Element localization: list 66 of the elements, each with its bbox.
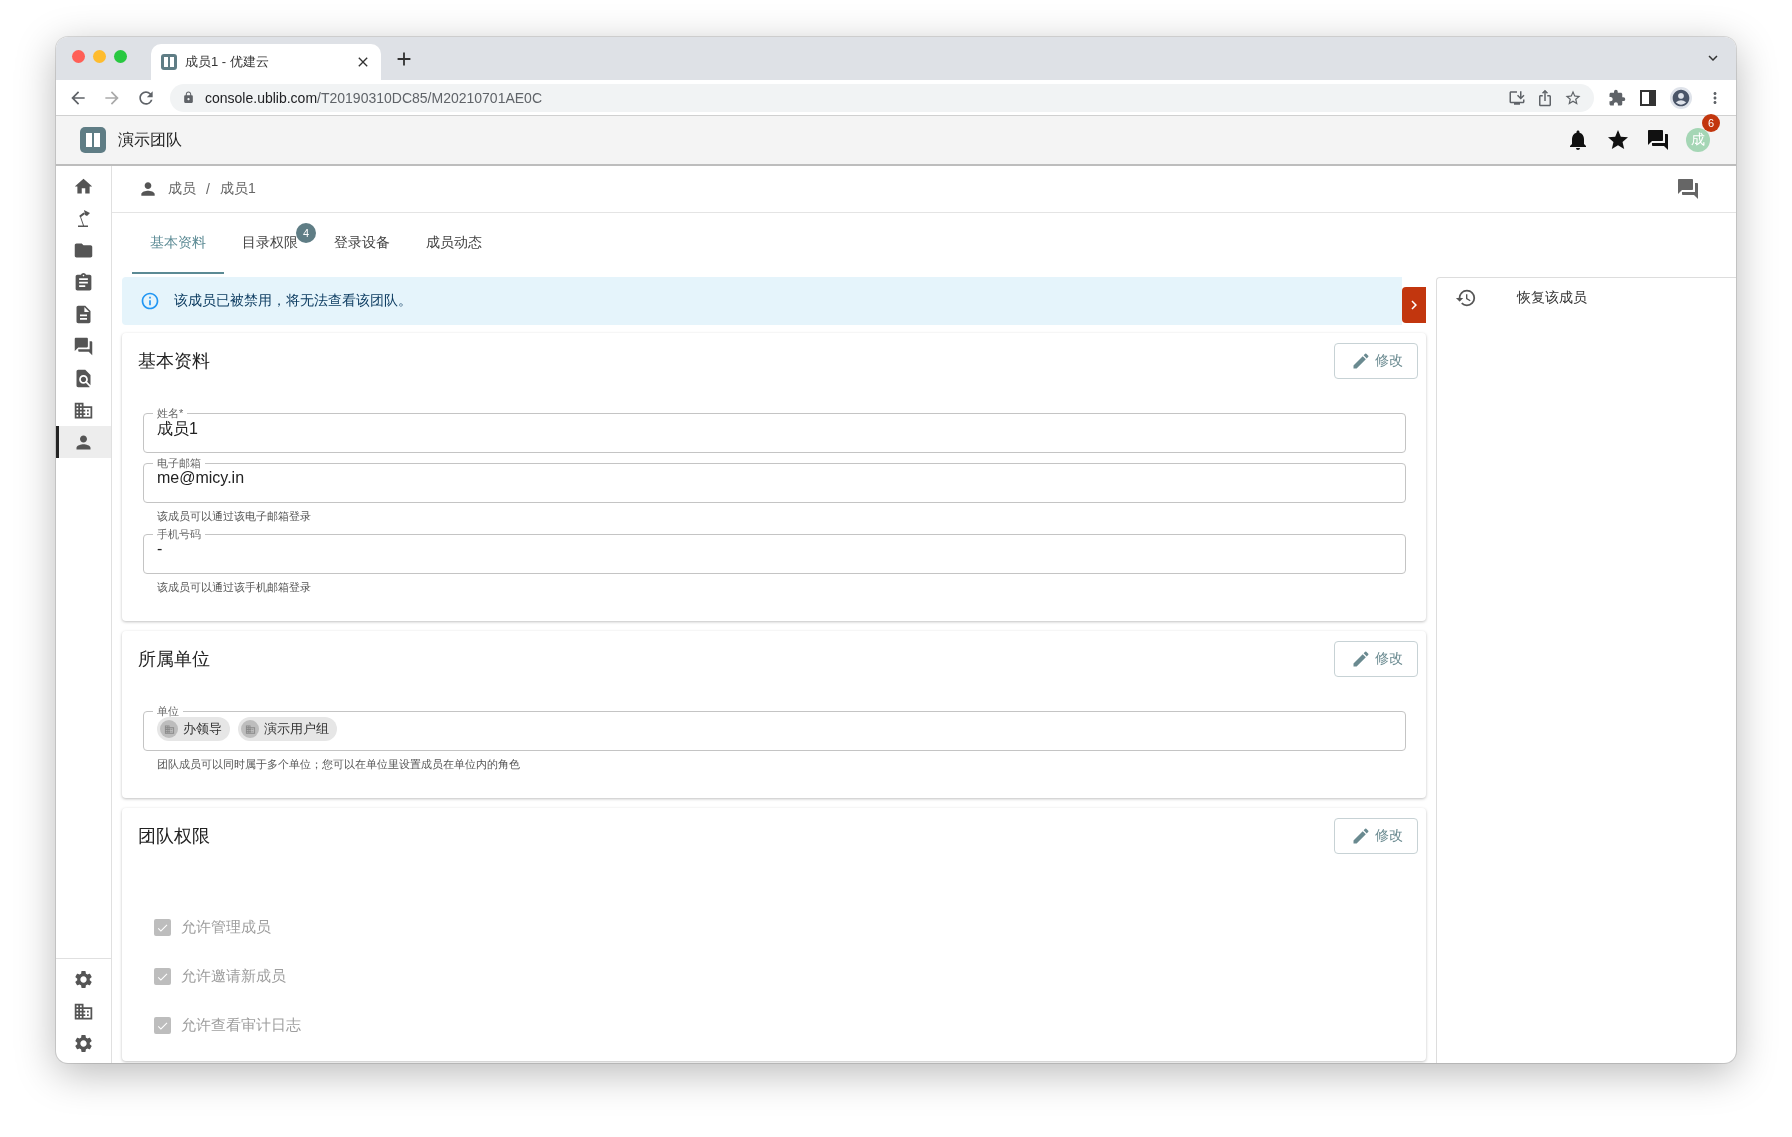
- text-field[interactable]: 姓名* 成员1: [143, 407, 1406, 453]
- alert-text: 该成员已被禁用，将无法查看该团队。: [174, 292, 412, 310]
- pencil-icon: [1351, 351, 1371, 371]
- app-logo-icon[interactable]: [80, 127, 106, 153]
- sidebar-item[interactable]: [56, 426, 111, 458]
- document-icon: [73, 303, 94, 325]
- helper-text: 该成员可以通过该电子邮箱登录: [157, 509, 312, 524]
- pencil-icon: [1351, 826, 1371, 846]
- breadcrumb-separator: /: [206, 181, 210, 197]
- clipboard-icon: [73, 271, 94, 293]
- minimize-window-dot[interactable]: [93, 50, 106, 63]
- helper-text: 团队成员可以同时属于多个单位；您可以在单位里设置成员在单位内的角色: [157, 757, 521, 772]
- url-text: console.ublib.com/T20190310DC85/M20210701AE0C: [205, 89, 543, 106]
- tab[interactable]: 登录设备: [316, 213, 408, 274]
- edit-button[interactable]: 修改: [1334, 641, 1418, 677]
- tab[interactable]: 基本资料: [132, 213, 224, 274]
- field-value: me@micy.in: [157, 469, 245, 487]
- edit-button[interactable]: 修改: [1334, 818, 1418, 854]
- pencil-icon: [1351, 649, 1371, 669]
- star-icon[interactable]: [1606, 128, 1630, 152]
- section-title: 所属单位: [138, 648, 210, 671]
- building-icon: [160, 720, 178, 738]
- tab[interactable]: 成员动态: [408, 213, 500, 274]
- share-icon[interactable]: [1536, 88, 1554, 107]
- unit-chip[interactable]: 演示用户组: [238, 717, 337, 741]
- close-window-dot[interactable]: [72, 50, 85, 63]
- breadcrumb-current: 成员1: [219, 180, 256, 198]
- section-title: 基本资料: [138, 350, 210, 373]
- field-label: 手机号码: [156, 528, 202, 540]
- restore-member-action[interactable]: 恢复该成员: [1455, 286, 1736, 310]
- browser-tab[interactable]: 成员1 - 优建云: [151, 44, 381, 80]
- field-label: 单位: [156, 705, 180, 717]
- unit-chip[interactable]: 办领导: [157, 717, 230, 741]
- chat-icon: [73, 335, 94, 357]
- edit-button[interactable]: 修改: [1334, 343, 1418, 379]
- chat-icon[interactable]: [1646, 128, 1670, 152]
- restore-icon: [1455, 287, 1477, 309]
- profile-icon[interactable]: [1670, 86, 1692, 109]
- settings-icon: [73, 968, 94, 990]
- lock-icon: [182, 91, 195, 104]
- panel-toggle-button[interactable]: [1402, 287, 1426, 323]
- field-value: 成员1: [157, 419, 198, 439]
- breadcrumb-link[interactable]: 成员: [168, 180, 196, 198]
- notification-badge: 6: [1702, 114, 1720, 132]
- browser-tab-title: 成员1 - 优建云: [185, 53, 270, 71]
- app-logo-icon: [161, 54, 177, 70]
- section-title: 团队权限: [138, 825, 210, 848]
- field-value: -: [157, 540, 163, 558]
- field-label: 姓名*: [156, 407, 185, 419]
- tab[interactable]: 目录权限 4: [224, 213, 316, 274]
- settings-icon: [73, 1032, 94, 1054]
- side-panel-icon[interactable]: [1640, 89, 1656, 106]
- find-in-page-icon: [73, 367, 94, 389]
- install-icon[interactable]: [1508, 88, 1526, 107]
- puzzle-icon[interactable]: [1608, 88, 1626, 107]
- building-icon: [241, 720, 259, 738]
- chip-field[interactable]: 单位 办领导 演示用户组: [143, 705, 1406, 751]
- info-icon: [140, 291, 160, 311]
- text-field[interactable]: 电子邮箱 me@micy.in: [143, 457, 1406, 503]
- team-name: 演示团队: [118, 129, 183, 150]
- address-bar[interactable]: console.ublib.com/T20190310DC85/M20210701AE0C: [170, 83, 1594, 112]
- zoom-window-dot[interactable]: [114, 50, 127, 63]
- count-badge: 4: [296, 223, 316, 243]
- field-label: 电子邮箱: [156, 457, 202, 469]
- helper-text: 该成员可以通过该手机邮箱登录: [157, 580, 312, 595]
- text-field[interactable]: 手机号码 -: [143, 528, 1406, 574]
